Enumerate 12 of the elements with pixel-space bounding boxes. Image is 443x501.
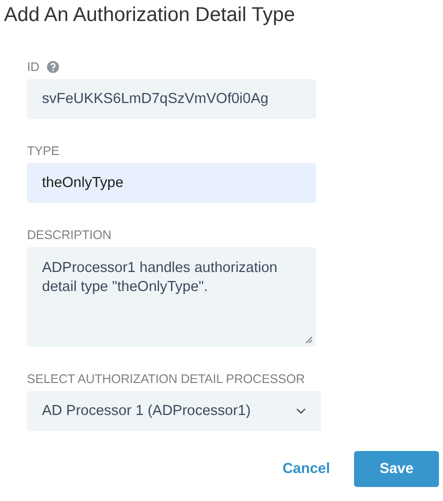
field-label: SELECT AUTHORIZATION DETAIL PROCESSOR xyxy=(27,372,305,386)
text-field[interactable]: theOnlyType xyxy=(27,163,316,203)
field-label: TYPE xyxy=(27,144,60,158)
help-icon[interactable] xyxy=(47,61,60,73)
processor-dropdown[interactable]: AD Processor 1 (ADProcessor1) xyxy=(27,391,321,431)
resize-grip-icon[interactable] xyxy=(305,336,313,344)
field-label: DESCRIPTION xyxy=(27,228,112,242)
text-field[interactable]: svFeUKKS6LmD7qSzVmVOf0i0Ag xyxy=(27,79,316,119)
field-label: ID xyxy=(27,60,40,74)
caret-icon xyxy=(296,408,306,414)
dialog-title: Add An Authorization Detail Type xyxy=(4,4,295,27)
text-area[interactable]: ADProcessor1 handles authorization detail type "theOnlyType". xyxy=(27,247,316,347)
